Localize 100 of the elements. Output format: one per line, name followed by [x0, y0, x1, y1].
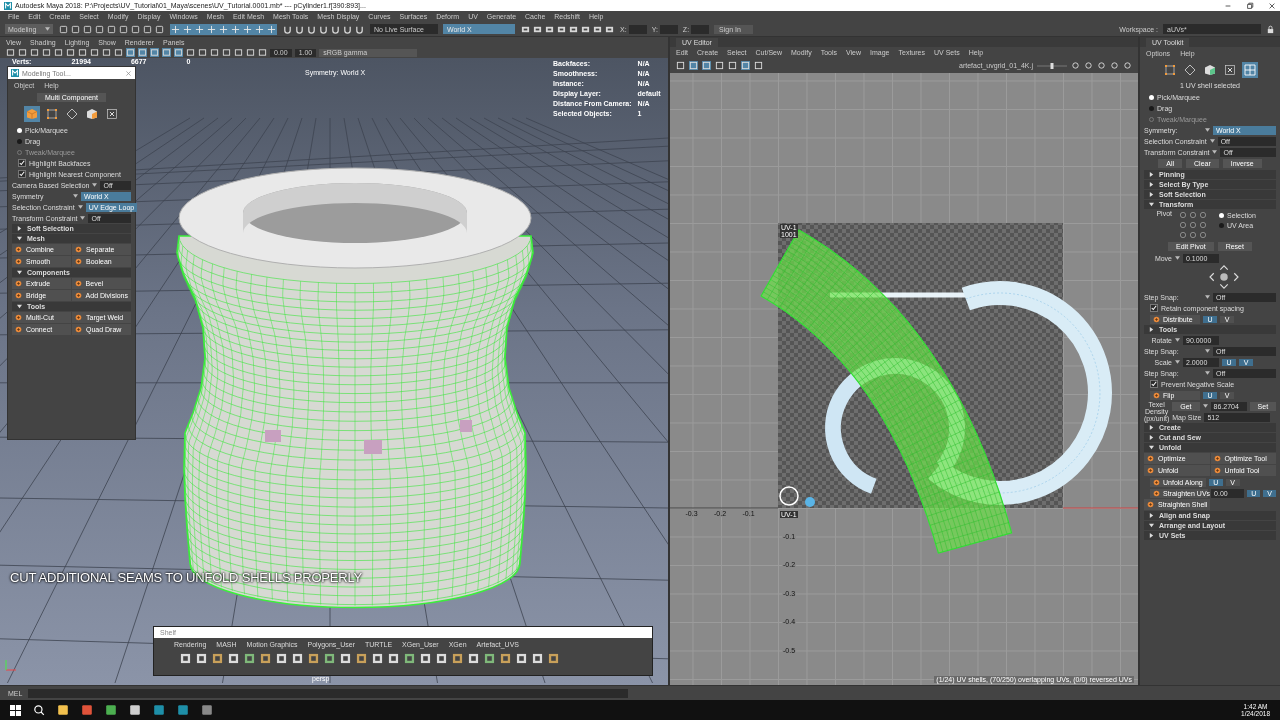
shelf-tool-icon[interactable]: [356, 653, 367, 664]
render-icon[interactable]: [545, 24, 554, 34]
checkbox[interactable]: [18, 170, 26, 178]
tool-icon: [1213, 455, 1221, 462]
render-icon[interactable]: [605, 24, 614, 34]
tool-icon: [1153, 391, 1160, 399]
caret-icon: [1212, 150, 1218, 154]
mode-button[interactable]: [1162, 62, 1178, 78]
shelf-tool-icon[interactable]: [260, 653, 271, 664]
caret-icon: [1202, 404, 1208, 408]
radio-button[interactable]: [1149, 94, 1154, 100]
radio-button[interactable]: [17, 127, 22, 133]
square-icon: [1164, 64, 1176, 76]
shelf-tool-icon[interactable]: [244, 653, 255, 664]
caret-icon: [73, 194, 78, 198]
snap-icon[interactable]: [219, 24, 228, 34]
checkbox[interactable]: [18, 159, 26, 167]
radio-button[interactable]: [17, 138, 22, 144]
shelf-tool-icon[interactable]: [308, 653, 319, 664]
axis-gizmo-icon: [4, 658, 18, 672]
snap-icon[interactable]: [231, 24, 240, 34]
close-icon[interactable]: [1268, 1, 1276, 10]
restore-icon[interactable]: [1246, 1, 1254, 10]
tool-icon: [15, 326, 22, 333]
manipulator-icon[interactable]: [779, 486, 815, 507]
coordinate-field[interactable]: [659, 24, 678, 34]
pivot-grid-icon[interactable]: [1178, 210, 1208, 240]
taskbar-app-icon[interactable]: [81, 704, 93, 716]
shelf-tool-icon[interactable]: [196, 653, 207, 664]
mode-button[interactable]: [1222, 62, 1238, 78]
taskbar-app-icon[interactable]: [153, 704, 165, 716]
snap-icon[interactable]: [171, 24, 180, 34]
slider-icon[interactable]: [1037, 61, 1067, 70]
shelf-tool-icon[interactable]: [500, 653, 511, 664]
tool-icon: [75, 246, 82, 253]
cross-square-icon: [105, 108, 118, 120]
taskbar-app-icon[interactable]: [105, 704, 117, 716]
shelf-tool-icon[interactable]: [212, 653, 223, 664]
snap-icon[interactable]: [183, 24, 192, 34]
checkbox[interactable]: [1150, 380, 1158, 388]
shelf-tool-icon[interactable]: [228, 653, 239, 664]
cross-square-icon: [1224, 64, 1236, 76]
coordinate-field[interactable]: [628, 24, 647, 34]
snap-icon[interactable]: [195, 24, 204, 34]
command-field[interactable]: [28, 688, 629, 698]
coordinate-field[interactable]: [691, 24, 710, 34]
radio-button[interactable]: [1219, 222, 1224, 228]
shelf-tool-icon[interactable]: [548, 653, 559, 664]
snap-icon[interactable]: [255, 24, 264, 34]
tool-icon: [75, 314, 82, 321]
taskbar-app-icon[interactable]: [201, 704, 213, 716]
render-icon[interactable]: [569, 24, 578, 34]
mode-button[interactable]: [1182, 62, 1198, 78]
shelf-tool-icon[interactable]: [292, 653, 303, 664]
render-icon[interactable]: [581, 24, 590, 34]
windows-logo-icon[interactable]: [10, 704, 21, 716]
square-icon: [45, 108, 58, 120]
shelf-tool-icon[interactable]: [404, 653, 415, 664]
triangle-icon: [17, 304, 22, 309]
taskbar-app-icon[interactable]: [57, 704, 69, 716]
lock-icon[interactable]: [1266, 24, 1275, 34]
shelf-tool-icon[interactable]: [468, 653, 479, 664]
tool-icon: [1213, 467, 1221, 474]
render-icon[interactable]: [593, 24, 602, 34]
shelf-tool-icon[interactable]: [452, 653, 463, 664]
shelf-tool-icon[interactable]: [532, 653, 543, 664]
caret-icon: [1175, 256, 1180, 260]
taskbar-app-icon[interactable]: [129, 704, 141, 716]
radio-button[interactable]: [1219, 212, 1224, 218]
tool-icon: [75, 258, 82, 265]
shelf-tool-icon[interactable]: [436, 653, 447, 664]
tool-icon: [74, 280, 82, 287]
snap-icon[interactable]: [207, 24, 216, 34]
shelf-tool-icon[interactable]: [180, 653, 191, 664]
caret-icon: [1209, 139, 1215, 143]
checkbox[interactable]: [1150, 304, 1158, 312]
render-icon[interactable]: [521, 24, 530, 34]
taskbar-app-icon[interactable]: [177, 704, 189, 716]
cube-icon: [25, 108, 38, 120]
diamond-icon: [1184, 64, 1196, 76]
render-icon[interactable]: [533, 24, 542, 34]
radio-button[interactable]: [1149, 105, 1154, 111]
shelf-tool-icon[interactable]: [420, 653, 431, 664]
shelf-tool-icon[interactable]: [484, 653, 495, 664]
search-icon[interactable]: [33, 704, 45, 716]
caret-icon: [1205, 371, 1210, 375]
shelf-tool-icon[interactable]: [340, 653, 351, 664]
shelf-tool-icon[interactable]: [276, 653, 287, 664]
tool-icon: [1147, 467, 1154, 474]
shelf-tool-icon[interactable]: [516, 653, 527, 664]
shelf-tool-icon[interactable]: [372, 653, 383, 664]
snap-icon[interactable]: [267, 24, 276, 34]
mode-button[interactable]: [23, 106, 40, 122]
snap-icon[interactable]: [243, 24, 252, 34]
tool-icon: [15, 258, 22, 265]
tool-icon: [1147, 455, 1154, 462]
shelf-tool-icon[interactable]: [388, 653, 399, 664]
mode-button[interactable]: [1202, 62, 1218, 78]
shelf-tool-icon[interactable]: [324, 653, 335, 664]
render-icon[interactable]: [557, 24, 566, 34]
